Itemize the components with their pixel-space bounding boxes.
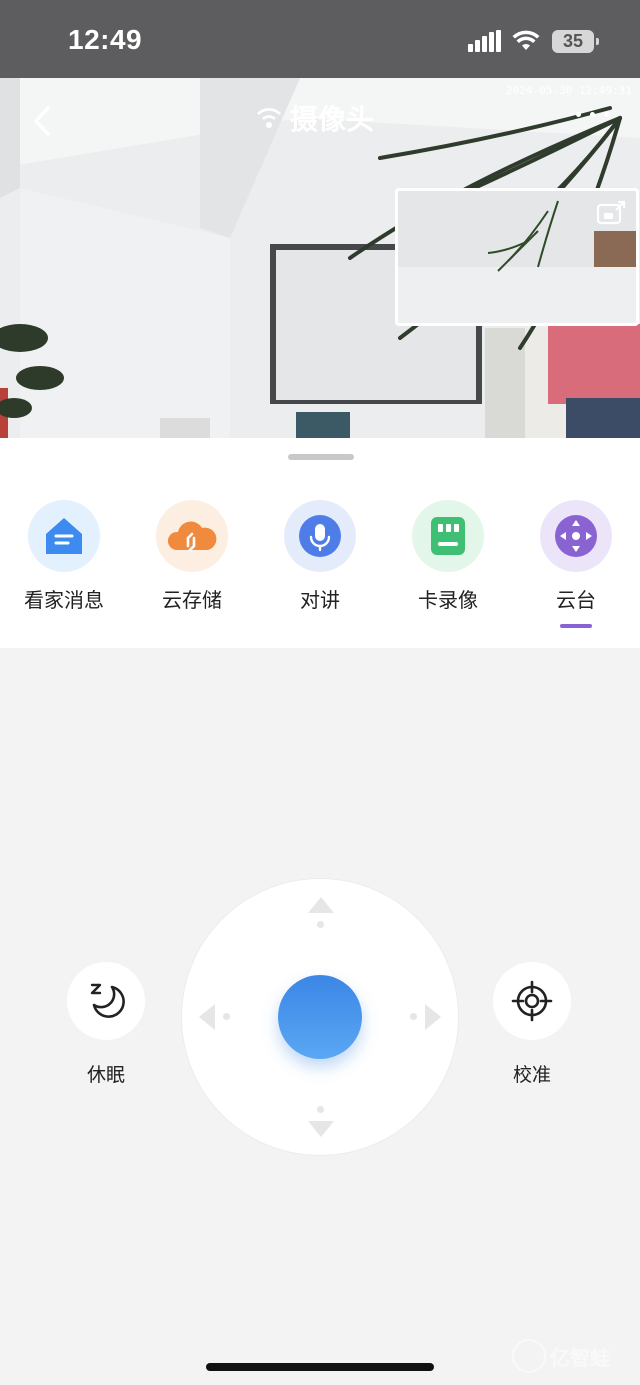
arrow-right-icon[interactable] xyxy=(425,1004,441,1030)
cloud-storage-icon xyxy=(156,500,228,572)
sleep-label: 休眠 xyxy=(86,1065,125,1086)
battery-indicator: 35 xyxy=(552,30,599,53)
camera-title-text: 摄像头 xyxy=(290,104,375,135)
sleep-button[interactable]: 休眠 xyxy=(66,962,146,1087)
status-bar: 12:49 35 xyxy=(0,0,640,78)
tab-label: 云存储 xyxy=(162,590,222,612)
home-indicator[interactable] xyxy=(206,1363,434,1371)
camera-video-view[interactable]: 摄像头 2024-05-30 12:49:31 xyxy=(0,78,640,438)
tab-label: 对讲 xyxy=(300,590,340,612)
tab-label: 卡录像 xyxy=(418,590,478,612)
calibrate-button[interactable]: 校准 xyxy=(492,962,572,1087)
camera-online-icon xyxy=(257,108,281,128)
dot-icon xyxy=(590,112,595,117)
dot-icon xyxy=(604,112,609,117)
watermark: 亿智蛙 xyxy=(512,1336,636,1376)
sleep-icon xyxy=(67,962,145,1040)
swap-view-icon[interactable] xyxy=(596,199,626,227)
selected-tab-indicator xyxy=(560,624,592,628)
picture-in-picture-view[interactable] xyxy=(395,188,639,326)
dot-icon xyxy=(317,1106,324,1113)
feature-panel: 看家消息 云存储 对讲 卡录像 云台 xyxy=(0,438,640,648)
sd-card-icon xyxy=(412,500,484,572)
home-shield-icon xyxy=(28,500,100,572)
dot-icon xyxy=(223,1013,230,1020)
camera-title: 摄像头 xyxy=(256,98,374,138)
calibrate-label: 校准 xyxy=(512,1065,551,1086)
ptz-joystick[interactable] xyxy=(181,878,459,1156)
video-timestamp: 2024-05-30 12:49:31 xyxy=(506,84,632,97)
joystick-knob[interactable] xyxy=(278,975,362,1059)
drag-handle[interactable] xyxy=(288,454,354,460)
crosshair-icon xyxy=(493,962,571,1040)
dot-icon xyxy=(317,921,324,928)
dot-icon xyxy=(410,1013,417,1020)
cellular-signal-icon xyxy=(468,30,502,52)
tab-label: 看家消息 xyxy=(24,590,104,612)
feature-tabs: 看家消息 云存储 对讲 卡录像 云台 xyxy=(0,500,640,630)
wifi-icon xyxy=(512,30,540,50)
more-options-button[interactable] xyxy=(576,110,612,120)
back-button[interactable] xyxy=(28,104,56,138)
arrow-down-icon[interactable] xyxy=(308,1121,334,1137)
microphone-icon xyxy=(284,500,356,572)
status-time: 12:49 xyxy=(68,24,143,55)
watermark-logo-icon xyxy=(512,1339,546,1373)
arrow-left-icon[interactable] xyxy=(199,1004,215,1030)
tab-label: 云台 xyxy=(556,590,596,612)
ptz-icon xyxy=(540,500,612,572)
dot-icon xyxy=(576,112,581,117)
watermark-text: 亿智蛙 xyxy=(550,1347,610,1370)
arrow-up-icon[interactable] xyxy=(308,897,334,913)
